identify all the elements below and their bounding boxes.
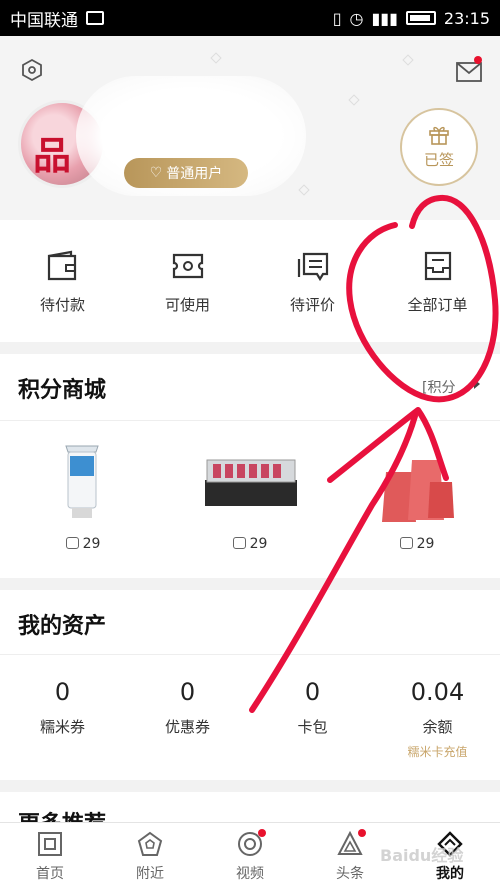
asset-label: 余额 <box>422 718 453 736</box>
asset-label: 卡包 <box>297 718 328 736</box>
my-assets-section: 我的资产 0 糯米券 0 优惠券 0 卡包 0.04 余额 糯米卡充值 <box>0 590 500 780</box>
order-pending-payment[interactable]: 待付款 <box>0 220 125 342</box>
nearby-icon <box>137 831 163 856</box>
asset-label: 糯米券 <box>39 718 85 736</box>
tab-label: 首页 <box>36 866 64 882</box>
asset-label: 优惠券 <box>164 718 210 736</box>
battery-icon <box>405 11 436 25</box>
order-box-icon <box>424 251 451 281</box>
tab-label: 我的 <box>436 866 464 882</box>
mall-more-link[interactable]: [积分 <box>422 377 455 397</box>
order-label: 可使用 <box>164 296 210 314</box>
asset-value: 0 <box>179 678 196 706</box>
asset-discount-coupon[interactable]: 0 优惠券 <box>125 678 250 737</box>
points-coin-icon <box>399 537 413 549</box>
product-image-lipsticks <box>205 459 297 506</box>
tab-label: 头条 <box>336 866 364 882</box>
asset-card-wallet[interactable]: 0 卡包 <box>250 678 375 737</box>
section-title: 我的资产 <box>18 614 107 639</box>
product-card[interactable]: 29 <box>334 432 500 572</box>
gift-icon <box>429 126 449 145</box>
order-label: 全部订单 <box>407 296 468 314</box>
tab-home[interactable]: 首页 <box>0 823 100 889</box>
alarm-icon: ◷ <box>349 8 364 28</box>
chevron-right-icon <box>474 379 480 389</box>
points-mall-section: 积分商城 [积分 29 29 29 <box>0 354 500 578</box>
notification-dot <box>358 829 366 837</box>
asset-value: 0 <box>304 678 321 706</box>
ticket-icon <box>172 253 203 279</box>
product-image-cleanser <box>65 445 99 518</box>
order-usable[interactable]: 可使用 <box>125 220 250 342</box>
recharge-link[interactable]: 糯米卡充值 <box>375 743 500 760</box>
order-label: 待评价 <box>289 296 335 314</box>
points-coin-icon <box>65 537 79 549</box>
more-recommend-section: 更多推荐 <box>0 792 500 822</box>
asset-value: 0 <box>54 678 71 706</box>
member-level-label: 普通用户 <box>166 166 223 182</box>
product-price: 29 <box>249 536 268 552</box>
asset-value: 0.04 <box>410 678 465 706</box>
order-shortcuts: 待付款 可使用 待评价 全部订单 <box>0 220 500 342</box>
message-badge-dot <box>474 56 482 64</box>
product-image-bags <box>382 460 454 522</box>
asset-balance[interactable]: 0.04 余额 糯米卡充值 <box>375 678 500 760</box>
heart-icon: ♡ <box>149 165 163 181</box>
order-all[interactable]: 全部订单 <box>375 220 500 342</box>
image-status-icon <box>86 11 104 25</box>
member-level-badge[interactable]: ♡ 普通用户 <box>124 158 248 188</box>
comment-icon <box>297 252 328 282</box>
tab-label: 附近 <box>136 866 164 882</box>
signal-icon: ▮▮▮ <box>371 8 398 28</box>
product-card[interactable]: 29 <box>167 432 333 572</box>
product-price: 29 <box>82 536 101 552</box>
tab-label: 视频 <box>236 866 264 882</box>
points-coin-icon <box>232 537 246 549</box>
message-icon[interactable] <box>456 62 482 82</box>
section-title: 积分商城 <box>18 378 107 403</box>
status-bar: 中国联通 ▯ ◷ ▮▮▮ 23:15 <box>0 0 500 36</box>
notification-dot <box>258 829 266 837</box>
tab-video[interactable]: 视频 <box>200 823 300 889</box>
vibrate-icon: ▯ <box>332 8 342 28</box>
settings-icon[interactable] <box>20 58 44 82</box>
signin-button[interactable]: 已签 <box>400 108 478 186</box>
section-title: 更多推荐 <box>18 806 106 822</box>
product-card[interactable]: 29 <box>0 432 166 572</box>
order-to-review[interactable]: 待评价 <box>250 220 375 342</box>
product-price: 29 <box>416 536 435 552</box>
asset-nuomi-coupon[interactable]: 0 糯米券 <box>0 678 125 737</box>
clock-time: 23:15 <box>443 8 490 28</box>
signin-label: 已签 <box>423 150 454 169</box>
watermark: Baidu经验 <box>380 846 464 865</box>
tab-nearby[interactable]: 附近 <box>100 823 200 889</box>
profile-header: 品 ♡ 普通用户 已签 <box>0 36 500 220</box>
home-icon <box>38 832 62 856</box>
carrier-label: 中国联通 <box>10 10 78 31</box>
order-label: 待付款 <box>39 296 85 314</box>
wallet-icon <box>47 250 76 281</box>
